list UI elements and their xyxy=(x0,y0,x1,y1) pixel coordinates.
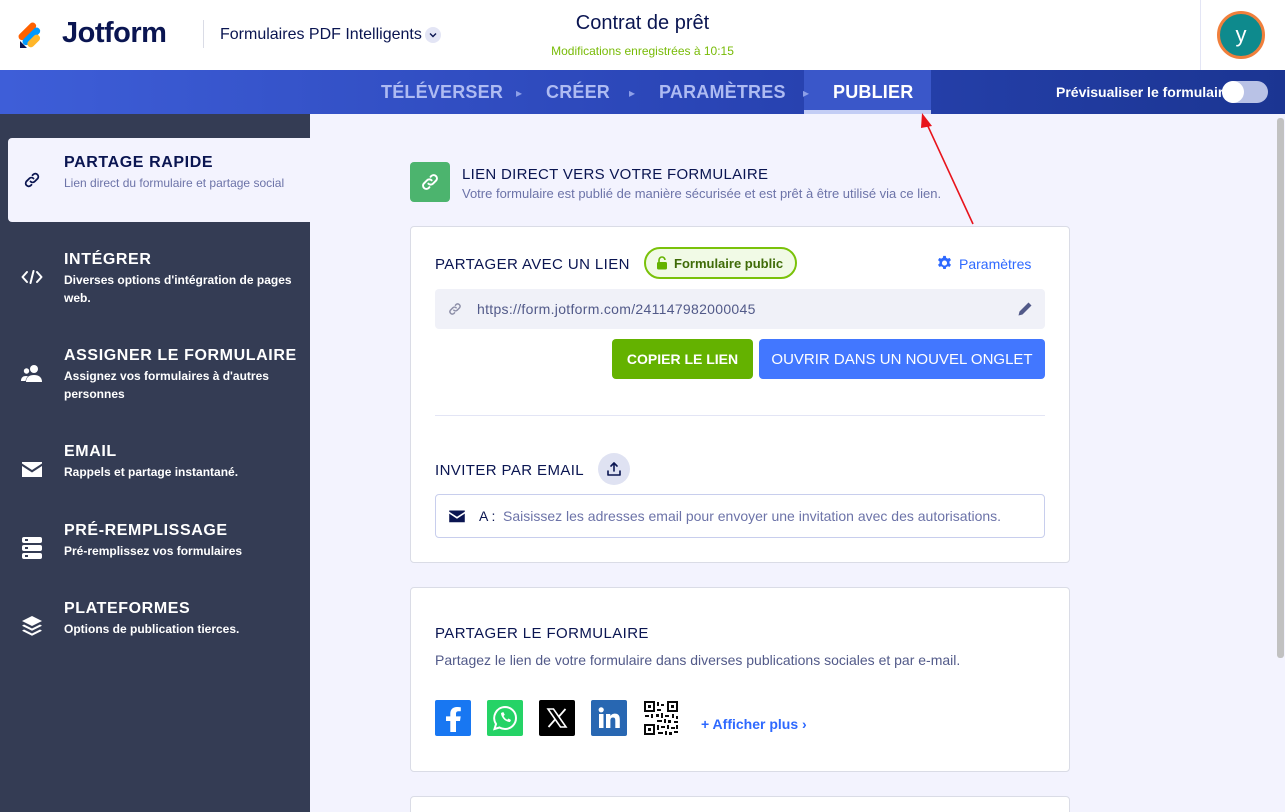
email-invite-input[interactable]: A : Saisissez les adresses email pour en… xyxy=(435,494,1045,538)
link-icon xyxy=(447,301,463,322)
sidebar-item-title: PARTAGE RAPIDE xyxy=(64,154,214,171)
show-more-link[interactable]: + Afficher plus › xyxy=(701,716,807,732)
sidebar-item-title: INTÉGRER xyxy=(64,251,152,268)
settings-label: Paramètres xyxy=(959,255,1032,272)
qrcode-icon[interactable] xyxy=(643,700,679,736)
link-settings-button[interactable]: Paramètres xyxy=(936,255,1031,272)
chevron-right-icon: ▸ xyxy=(803,86,810,100)
direct-link-icon xyxy=(410,162,450,202)
sidebar-item-embed[interactable]: INTÉGRER Diverses options d'intégration … xyxy=(8,235,310,319)
sidebar-item-title: PRÉ-REMPLISSAGE xyxy=(64,522,228,539)
sidebar-item-desc: Pré-remplissez vos formulaires xyxy=(64,544,243,558)
whatsapp-icon[interactable] xyxy=(487,700,523,736)
sidebar-item-desc: Rappels et partage instantané. xyxy=(64,465,239,479)
invite-title: INVITER PAR EMAIL xyxy=(435,462,585,479)
sidebar-item-assign[interactable]: ASSIGNER LE FORMULAIRE Assignez vos form… xyxy=(8,331,310,415)
brand-name: Jotform xyxy=(62,17,167,49)
product-switcher-label[interactable]: Formulaires PDF Intelligents xyxy=(220,26,422,44)
scroll-thumb[interactable] xyxy=(1277,118,1284,658)
envelope-icon xyxy=(20,457,44,481)
builder-navbar: TÉLÉVERSER ▸ CRÉER ▸ PARAMÈTRES ▸ PUBLIE… xyxy=(0,70,1285,114)
tab-upload[interactable]: TÉLÉVERSER xyxy=(381,70,503,114)
sidebar-item-quick-share[interactable]: PARTAGE RAPIDE Lien direct du formulaire… xyxy=(8,138,310,222)
chevron-right-icon: › xyxy=(802,716,807,732)
form-url: https://form.jotform.com/241147982000045 xyxy=(477,301,756,317)
link-icon xyxy=(20,168,44,192)
publish-sidebar: PARTAGE RAPIDE Lien direct du formulaire… xyxy=(0,114,310,812)
divider xyxy=(435,415,1045,416)
envelope-icon xyxy=(448,509,466,528)
jotform-logo[interactable]: Jotform xyxy=(18,17,167,50)
card-title: PARTAGER LE FORMULAIRE xyxy=(435,625,649,642)
layers-icon xyxy=(20,614,44,638)
chevron-down-icon[interactable] xyxy=(425,27,441,43)
sidebar-item-title: EMAIL xyxy=(64,443,117,460)
unlock-icon xyxy=(657,256,667,270)
users-icon xyxy=(20,361,44,385)
header-separator xyxy=(1200,0,1201,70)
public-form-badge[interactable]: Formulaire public xyxy=(644,247,798,279)
sidebar-item-desc: Assignez vos formulaires à d'autres pers… xyxy=(64,369,269,401)
share-social-card: PARTAGER LE FORMULAIRE Partagez le lien … xyxy=(410,587,1070,772)
open-new-tab-button[interactable]: OUVRIR DANS UN NOUVEL ONGLET xyxy=(759,339,1045,379)
linkedin-icon[interactable] xyxy=(591,700,627,736)
code-icon xyxy=(20,265,44,289)
badge-label: Formulaire public xyxy=(674,255,784,271)
user-avatar[interactable]: y xyxy=(1217,11,1265,59)
tab-publish[interactable]: PUBLIER xyxy=(833,70,913,114)
form-url-field[interactable]: https://form.jotform.com/241147982000045 xyxy=(435,289,1045,329)
toggle-knob xyxy=(1222,81,1244,103)
email-placeholder: Saisissez les adresses email pour envoye… xyxy=(503,508,1002,524)
upload-icon[interactable] xyxy=(598,453,630,485)
sidebar-item-prefill[interactable]: PRÉ-REMPLISSAGE Pré-remplissez vos formu… xyxy=(8,506,310,590)
sidebar-item-title: PLATEFORMES xyxy=(64,600,191,617)
section-heading: LIEN DIRECT VERS VOTRE FORMULAIRE xyxy=(462,166,769,183)
share-link-card: PARTAGER AVEC UN LIEN Formulaire public … xyxy=(410,226,1070,563)
jotform-logo-icon xyxy=(18,19,48,49)
sidebar-item-desc: Options de publication tierces. xyxy=(64,622,240,636)
chevron-right-icon: ▸ xyxy=(629,86,636,100)
next-card xyxy=(410,796,1070,812)
sidebar-item-desc: Diverses options d'intégration de pages … xyxy=(64,273,292,305)
x-icon[interactable] xyxy=(539,700,575,736)
form-title[interactable]: Contrat de prêt xyxy=(520,12,765,35)
share-description: Partagez le lien de votre formulaire dan… xyxy=(435,652,961,668)
gear-icon xyxy=(938,255,951,270)
preview-toggle[interactable] xyxy=(1222,81,1268,103)
top-header: Jotform Formulaires PDF Intelligents Con… xyxy=(0,0,1285,70)
preview-label: Prévisualiser le formulaire xyxy=(1056,84,1232,100)
database-icon xyxy=(20,536,44,560)
show-more-label: + Afficher plus xyxy=(701,716,799,732)
header-divider xyxy=(203,20,204,48)
sidebar-item-desc: Lien direct du formulaire et partage soc… xyxy=(64,176,285,190)
sidebar-item-title: ASSIGNER LE FORMULAIRE xyxy=(64,347,297,364)
page-scrollbar[interactable] xyxy=(1276,114,1285,812)
sidebar-item-email[interactable]: EMAIL Rappels et partage instantané. xyxy=(8,427,310,511)
save-status: Modifications enregistrées à 10:15 xyxy=(551,44,734,58)
sidebar-item-platforms[interactable]: PLATEFORMES Options de publication tierc… xyxy=(8,584,310,668)
chevron-right-icon: ▸ xyxy=(516,86,523,100)
pencil-icon[interactable] xyxy=(1017,301,1033,322)
email-to-label: A : xyxy=(479,508,496,524)
card-title: PARTAGER AVEC UN LIEN xyxy=(435,256,630,273)
tab-create[interactable]: CRÉER xyxy=(546,70,610,114)
facebook-icon[interactable] xyxy=(435,700,471,736)
tab-settings[interactable]: PARAMÈTRES xyxy=(659,70,786,114)
section-subheading: Votre formulaire est publié de manière s… xyxy=(462,186,942,201)
copy-link-button[interactable]: COPIER LE LIEN xyxy=(612,339,753,379)
